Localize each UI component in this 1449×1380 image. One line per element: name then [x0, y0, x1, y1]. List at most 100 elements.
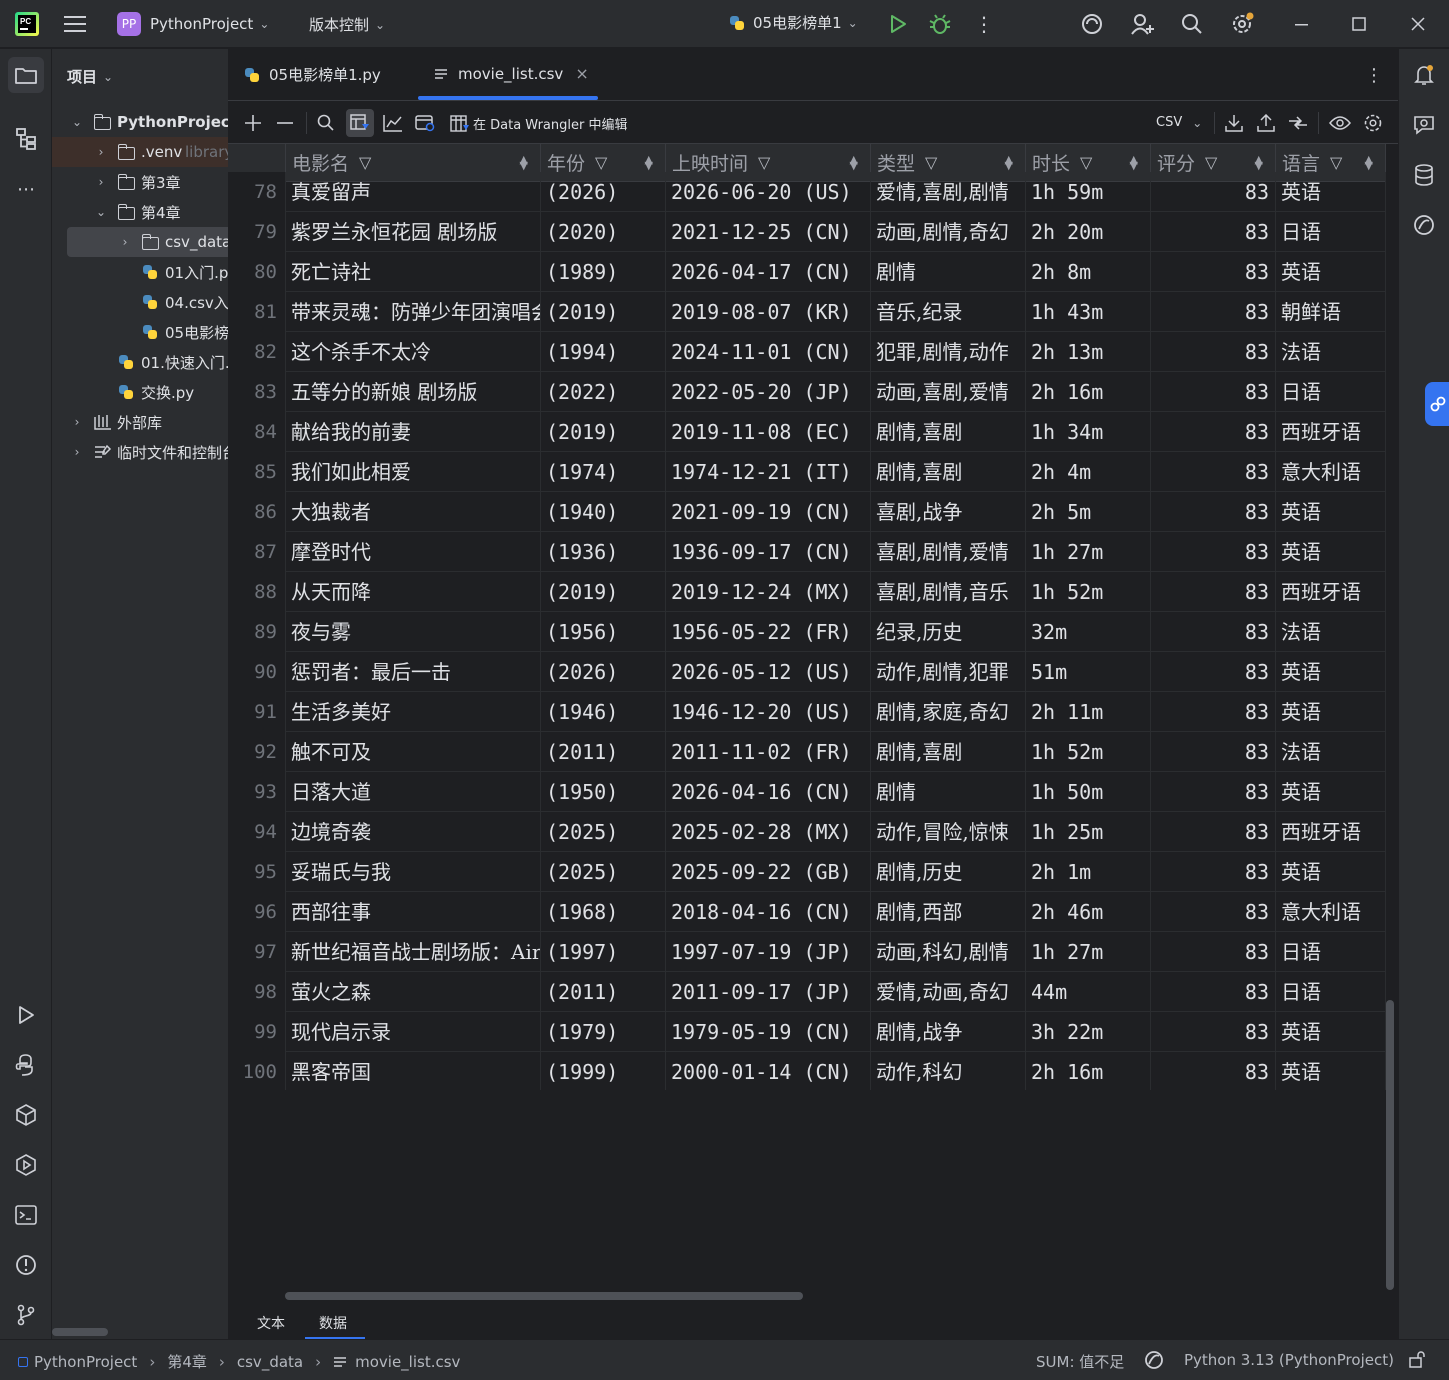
cell-genre[interactable]: 剧情,喜剧 [871, 732, 1026, 772]
cell-language[interactable]: 英语 [1276, 852, 1386, 892]
cell-title[interactable]: 现代启示录 [286, 1012, 541, 1052]
sort-icon[interactable]: ▲ ▼ [1255, 154, 1263, 171]
breadcrumb-item[interactable]: csv_data [237, 1353, 303, 1371]
cell-year[interactable]: (2019) [541, 572, 666, 612]
cell-title[interactable]: 生活多美好 [286, 692, 541, 732]
table-row[interactable]: 98 萤火之森 (2011) 2011-09-17 (JP) 爱情,动画,奇幻 44m 83… [228, 972, 1386, 1012]
tree-item-csv-data[interactable]: › csv_data [67, 227, 228, 257]
cell-duration[interactable]: 1h 27m [1026, 532, 1151, 572]
cell-rating[interactable]: 83 [1151, 332, 1276, 372]
sort-icon[interactable]: ▲ ▼ [520, 154, 528, 171]
filter-icon[interactable]: ▽ [359, 153, 371, 172]
view-eye-icon[interactable] [1328, 111, 1352, 135]
cell-language[interactable]: 日语 [1276, 212, 1386, 252]
ai-chat-icon[interactable] [1412, 113, 1436, 137]
git-icon[interactable] [14, 1303, 38, 1327]
chevron-right-icon[interactable]: › [70, 415, 84, 429]
cell-title[interactable]: 萤火之森 [286, 972, 541, 1012]
cell-rating[interactable]: 83 [1151, 452, 1276, 492]
horizontal-scrollbar[interactable] [52, 1328, 108, 1336]
cell-title[interactable]: 带来灵魂：防弹少年团演唱会 [286, 292, 541, 332]
add-row-icon[interactable] [241, 111, 265, 135]
cell-release-date[interactable]: 2026-04-16 (CN) [666, 772, 871, 812]
cell-duration[interactable]: 2h 5m [1026, 492, 1151, 532]
vertical-scrollbar[interactable] [1386, 1000, 1394, 1290]
more-actions-icon[interactable]: ⋮ [972, 12, 996, 36]
table-row[interactable]: 93 日落大道 (1950) 2026-04-16 (CN) 剧情 1h 50m 83 英语 [228, 772, 1386, 812]
cell-duration[interactable]: 44m [1026, 972, 1151, 1012]
cell-year[interactable]: (2026) [541, 652, 666, 692]
table-row[interactable]: 78 真爱留声 (2026) 2026-06-20 (US) 爱情,喜剧,剧情 1h 59… [228, 172, 1386, 212]
cell-title[interactable]: 夜与雾 [286, 612, 541, 652]
cell-rating[interactable]: 83 [1151, 812, 1276, 852]
filter-icon[interactable]: ▽ [595, 153, 607, 172]
cell-language[interactable]: 意大利语 [1276, 452, 1386, 492]
cell-rating[interactable]: 83 [1151, 252, 1276, 292]
cell-language[interactable]: 日语 [1276, 932, 1386, 972]
cell-genre[interactable]: 爱情,动画,奇幻 [871, 972, 1026, 1012]
sort-icon[interactable]: ▲ ▼ [1130, 154, 1138, 171]
cell-language[interactable]: 日语 [1276, 372, 1386, 412]
notifications-icon[interactable] [1412, 63, 1436, 87]
cell-release-date[interactable]: 2021-09-19 (CN) [666, 492, 871, 532]
chevron-down-icon[interactable]: ⌄ [94, 205, 108, 219]
cell-rating[interactable]: 83 [1151, 1012, 1276, 1052]
cell-year[interactable]: (2019) [541, 412, 666, 452]
minimize-window-icon[interactable] [1290, 12, 1314, 36]
cell-release-date[interactable]: 2019-08-07 (KR) [666, 292, 871, 332]
settings-gear-icon[interactable] [1230, 12, 1254, 36]
tree-item-file[interactable]: 01入门.p [52, 257, 228, 287]
filter-icon[interactable]: ▽ [1080, 153, 1092, 172]
sort-icon[interactable]: ▲ ▼ [645, 154, 653, 171]
breadcrumb-item[interactable]: PythonProject [34, 1353, 137, 1371]
chevron-right-icon[interactable]: › [94, 145, 108, 159]
cell-year[interactable]: (1994) [541, 332, 666, 372]
tree-item-file[interactable]: 交换.py [52, 377, 228, 407]
cell-language[interactable]: 英语 [1276, 652, 1386, 692]
table-row[interactable]: 94 边境奇袭 (2025) 2025-02-28 (MX) 动作,冒险,惊悚 1h 25… [228, 812, 1386, 852]
cell-year[interactable]: (2026) [541, 172, 666, 212]
cell-year[interactable]: (2011) [541, 732, 666, 772]
cell-language[interactable]: 英语 [1276, 252, 1386, 292]
cell-year[interactable]: (2019) [541, 292, 666, 332]
cell-duration[interactable]: 1h 34m [1026, 412, 1151, 452]
cell-release-date[interactable]: 1946-12-20 (US) [666, 692, 871, 732]
tree-item-scratches[interactable]: › 临时文件和控制台 [52, 437, 228, 467]
cell-duration[interactable]: 1h 27m [1026, 932, 1151, 972]
cell-genre[interactable]: 剧情,喜剧 [871, 452, 1026, 492]
cell-release-date[interactable]: 1936-09-17 (CN) [666, 532, 871, 572]
run-icon[interactable] [886, 12, 910, 36]
cell-rating[interactable]: 83 [1151, 932, 1276, 972]
table-row[interactable]: 92 触不可及 (2011) 2011-11-02 (FR) 剧情,喜剧 1h 52m 83… [228, 732, 1386, 772]
cell-year[interactable]: (1979) [541, 1012, 666, 1052]
cell-rating[interactable]: 83 [1151, 852, 1276, 892]
cell-duration[interactable]: 1h 25m [1026, 812, 1151, 852]
chevron-right-icon[interactable]: › [94, 175, 108, 189]
format-selector[interactable]: CSV ⌄ [1156, 115, 1202, 130]
chevron-down-icon[interactable]: ⌄ [70, 115, 84, 129]
cell-duration[interactable]: 1h 52m [1026, 572, 1151, 612]
cell-year[interactable]: (2025) [541, 852, 666, 892]
cell-release-date[interactable]: 2021-12-25 (CN) [666, 212, 871, 252]
chevron-right-icon[interactable]: › [70, 445, 84, 459]
cell-duration[interactable]: 2h 4m [1026, 452, 1151, 492]
cell-release-date[interactable]: 2018-04-16 (CN) [666, 892, 871, 932]
cell-genre[interactable]: 动画,科幻,剧情 [871, 932, 1026, 972]
cell-year[interactable]: (1999) [541, 1052, 666, 1090]
cell-year[interactable]: (1940) [541, 492, 666, 532]
table-row[interactable]: 91 生活多美好 (1946) 1946-12-20 (US) 剧情,家庭,奇幻 2h 1… [228, 692, 1386, 732]
sciview-icon[interactable] [1412, 213, 1436, 237]
cell-rating[interactable]: 83 [1151, 532, 1276, 572]
table-row[interactable]: 86 大独裁者 (1940) 2021-09-19 (CN) 喜剧,战争 2h 5m 83 英… [228, 492, 1386, 532]
search-icon[interactable] [1180, 12, 1204, 36]
cell-language[interactable]: 日语 [1276, 972, 1386, 1012]
run-tool-icon[interactable] [14, 1003, 38, 1027]
more-tools-icon[interactable]: ⋯ [14, 177, 38, 201]
cell-genre[interactable]: 动作,科幻 [871, 1052, 1026, 1090]
filter-icon[interactable]: ▽ [758, 153, 770, 172]
cell-genre[interactable]: 动画,剧情,奇幻 [871, 212, 1026, 252]
cell-rating[interactable]: 83 [1151, 292, 1276, 332]
cell-duration[interactable]: 2h 1m [1026, 852, 1151, 892]
cell-duration[interactable]: 3h 22m [1026, 1012, 1151, 1052]
tab-data-mode[interactable]: 数据 [319, 1313, 347, 1333]
